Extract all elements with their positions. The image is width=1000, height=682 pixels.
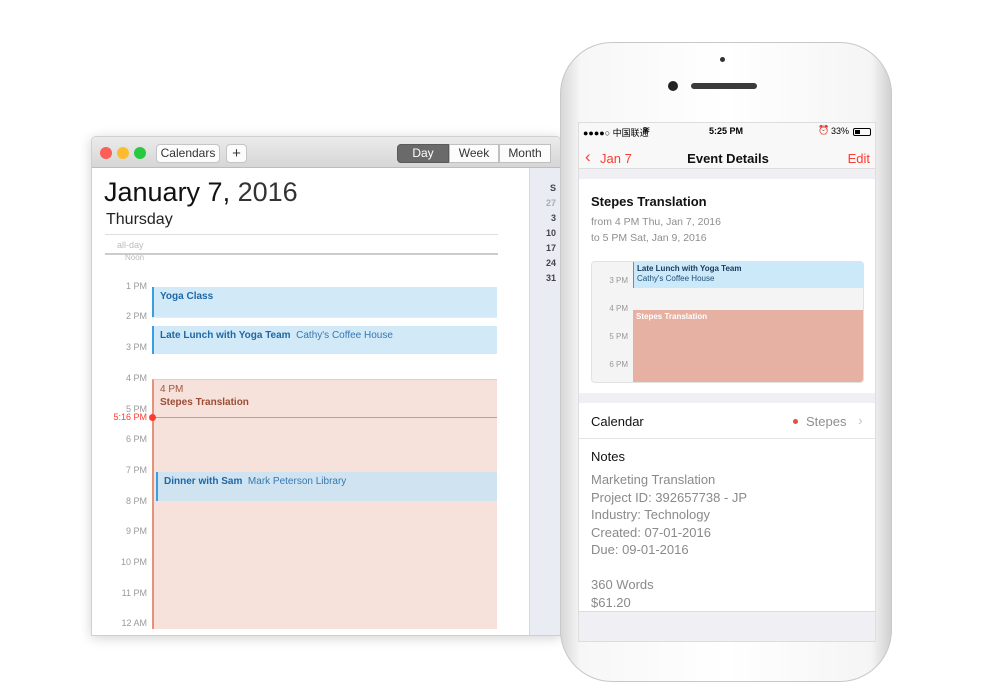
date-year: 2016	[237, 177, 298, 207]
mini-calendar-day[interactable]: 27	[530, 198, 556, 208]
day-preview: 3 PM 4 PM 5 PM 6 PM Late Lunch with Yoga…	[591, 261, 864, 383]
notes-line: Project ID: 392657738 - JP	[591, 489, 748, 505]
event-title: Stepes Translation	[160, 397, 249, 408]
event-start: from 4 PM Thu, Jan 7, 2016	[591, 216, 721, 228]
chevron-right-icon: ›	[858, 412, 863, 428]
calendar-label: Calendar	[591, 414, 644, 429]
hour-label: 7 PM	[125, 464, 147, 475]
noon-label: Noon	[125, 253, 145, 262]
carrier-label: ●●●●○ 中国联通	[583, 128, 649, 138]
hour-label: 6 PM	[609, 360, 628, 369]
notes-line	[591, 559, 747, 577]
calendar-color-dot	[793, 419, 798, 424]
iphone-screen: ●●●●○ 中国联通 ≋ 5:25 PM ⏰ 33% ‹ Jan 7 Event…	[578, 122, 876, 642]
current-time-dot	[149, 414, 156, 421]
notes-line: Due: 09-01-2016	[591, 542, 689, 557]
preview-event-location: Cathy's Coffee House	[637, 274, 715, 283]
calendar-value: Stepes	[806, 414, 847, 429]
notes-line: Marketing Translation	[591, 472, 716, 487]
event-late-lunch[interactable]: Late Lunch with Yoga Team Cathy's Coffee…	[152, 326, 497, 354]
hour-label: 2 PM	[125, 311, 147, 322]
close-button[interactable]	[100, 147, 112, 159]
preview-event-title: Late Lunch with Yoga Team	[637, 264, 742, 273]
date-month-day: January 7,	[104, 177, 231, 207]
weekday-label: Thursday	[106, 211, 173, 228]
event-location: Cathy's Coffee House	[296, 330, 393, 341]
mini-calendar-day[interactable]: 17	[530, 243, 556, 253]
hour-label: 8 PM	[125, 495, 147, 506]
notes-line: Created: 07-01-2016	[591, 524, 711, 540]
mini-calendar-day[interactable]: 24	[530, 258, 556, 268]
page-title: January 7, 2016	[104, 177, 298, 208]
battery-percent: 33%	[831, 126, 850, 136]
tab-day[interactable]: Day	[397, 144, 449, 163]
battery-icon	[853, 128, 871, 136]
current-time-line	[152, 417, 497, 418]
front-camera	[668, 81, 678, 91]
tab-month[interactable]: Month	[499, 144, 551, 163]
edit-button[interactable]: Edit	[848, 151, 870, 166]
mini-calendar-day[interactable]: 10	[530, 228, 556, 238]
notes-label: Notes	[591, 449, 625, 464]
event-title: Dinner with Sam	[164, 476, 243, 487]
zoom-button[interactable]	[134, 147, 146, 159]
hour-gridline	[152, 317, 497, 319]
sensor	[720, 57, 725, 62]
mac-calendar-window: Calendars + Day Week Month January 7, 20…	[91, 136, 561, 636]
back-chevron-icon[interactable]: ‹	[585, 148, 591, 165]
notes-section: Notes Marketing Translation Project ID: 3…	[579, 439, 875, 612]
mini-calendar: S 27 3 10 17 24 31	[529, 168, 560, 635]
add-event-button[interactable]: +	[226, 144, 247, 163]
divider	[105, 234, 498, 235]
preview-event-stepes: Stepes Translation	[633, 310, 863, 382]
hour-label: 3 PM	[125, 342, 147, 353]
mini-calendar-day[interactable]: 3	[530, 213, 556, 223]
alarm-icon: ⏰	[818, 125, 830, 135]
hour-label: 12 AM	[121, 618, 147, 629]
all-day-label: all-day	[117, 240, 144, 250]
hour-label: 4 PM	[609, 304, 628, 313]
wifi-icon: ≋	[642, 125, 651, 136]
event-title: Yoga Class	[160, 291, 214, 302]
notes-line: 360 Words	[591, 577, 654, 592]
navigation-bar: ●●●●○ 中国联通 ≋ 5:25 PM ⏰ 33% ‹ Jan 7 Event…	[579, 123, 875, 169]
event-time: 4 PM	[160, 384, 184, 395]
tab-week[interactable]: Week	[449, 144, 499, 163]
hour-label: 5 PM	[609, 332, 628, 341]
event-title: Stepes Translation	[591, 194, 707, 209]
hour-label: 11 PM	[121, 587, 147, 598]
event-yoga-class[interactable]: Yoga Class	[152, 287, 497, 317]
event-end: to 5 PM Sat, Jan 9, 2016	[591, 232, 707, 244]
hour-label: 4 PM	[125, 372, 147, 383]
minimize-button[interactable]	[117, 147, 129, 159]
hour-label: 1 PM	[125, 280, 147, 291]
event-title: Late Lunch with Yoga Team	[160, 330, 291, 341]
notes-line: $61.20	[591, 594, 631, 610]
title-bar: Calendars + Day Week Month	[92, 137, 560, 168]
event-dinner-with-sam[interactable]: Dinner with Sam Mark Peterson Library	[156, 472, 497, 501]
mini-calendar-header: S	[549, 183, 556, 193]
preview-event-title: Stepes Translation	[636, 312, 708, 321]
back-button[interactable]: Jan 7	[600, 151, 632, 166]
hour-label: 3 PM	[609, 276, 628, 285]
calendars-button[interactable]: Calendars	[156, 144, 220, 163]
event-location: Mark Peterson Library	[247, 476, 347, 487]
hour-label: 9 PM	[125, 526, 147, 537]
preview-event-lunch: Late Lunch with Yoga Team Cathy's Coffee…	[633, 262, 863, 288]
event-summary-section: Stepes Translation from 4 PM Thu, Jan 7,…	[579, 179, 875, 393]
status-time: 5:25 PM	[709, 126, 744, 136]
earpiece-speaker	[691, 83, 757, 89]
calendar-row[interactable]: Calendar Stepes ›	[579, 403, 875, 439]
mini-calendar-day[interactable]: 31	[530, 273, 556, 283]
notes-line: Industry: Technology	[591, 507, 710, 522]
current-time-label: 5:16 PM	[113, 412, 147, 422]
hour-label: 6 PM	[125, 434, 147, 445]
all-day-divider	[105, 253, 498, 255]
notes-text: Marketing Translation Project ID: 3926577…	[591, 471, 747, 611]
hour-label: 10 PM	[120, 557, 147, 567]
